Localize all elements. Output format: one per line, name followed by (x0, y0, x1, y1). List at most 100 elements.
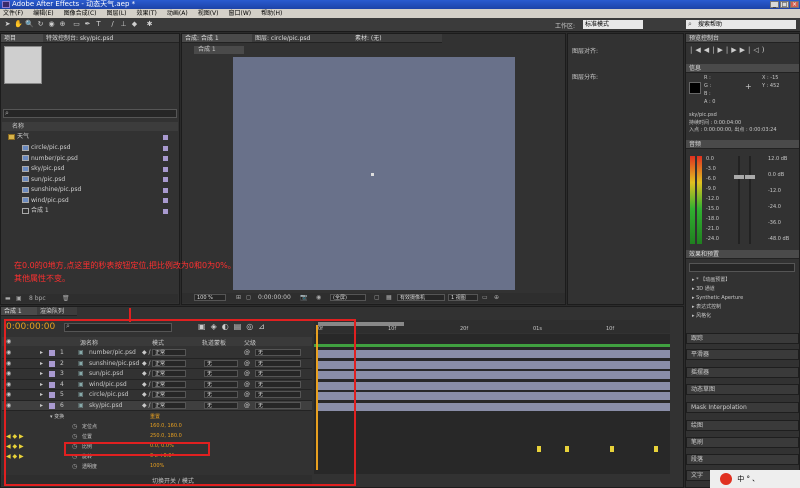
menu-help[interactable]: 帮助(H) (261, 9, 282, 18)
list-item[interactable]: sun/pic.psd (22, 175, 65, 185)
hand-tool-icon[interactable]: ✋ (14, 20, 23, 29)
list-item[interactable]: wind/pic.psd (22, 196, 69, 206)
layer-duration-bar[interactable] (318, 392, 670, 400)
list-item[interactable]: sunshine/pic.psd (22, 185, 81, 195)
minimize-button[interactable]: _ (770, 1, 779, 8)
menu-file[interactable]: 文件(F) (3, 9, 23, 18)
menu-layer[interactable]: 图层(L) (107, 9, 127, 18)
menu-effect[interactable]: 效果(T) (137, 9, 157, 18)
puppet-tool-icon[interactable]: ✱ (145, 20, 154, 29)
layer-duration-bar[interactable] (318, 360, 670, 369)
tab-段落[interactable]: 段落 (686, 454, 799, 465)
rectangle-mask-tool-icon[interactable]: ▭ (72, 20, 81, 29)
menu-animation[interactable]: 动画(A) (167, 9, 188, 18)
tab-平滑器[interactable]: 平滑器 (686, 349, 799, 360)
next-frame-icon[interactable]: |▶ (726, 46, 740, 54)
rotate-tool-icon[interactable]: ↻ (36, 20, 45, 29)
tab-绘图[interactable]: 绘图 (686, 420, 799, 431)
effects-item[interactable]: ▸ Synthetic Aperture (692, 294, 743, 303)
grid-icon[interactable]: ⊞ (236, 294, 241, 301)
effects-item[interactable]: ▸ 表达式控制 (692, 303, 743, 312)
list-item[interactable]: circle/pic.psd (22, 143, 70, 153)
tab-info[interactable]: 信息 (686, 64, 799, 73)
tab-audio[interactable]: 音频 (686, 140, 799, 149)
tab-effect-controls[interactable]: 特效控制台: sky/pic.psd (43, 34, 179, 43)
zoom-tool-icon[interactable]: 🔍 (25, 20, 34, 29)
trash-icon[interactable]: 🗑 (62, 295, 70, 302)
flowchart-icon[interactable]: ⊕ (494, 294, 499, 301)
menu-edit[interactable]: 编辑(E) (33, 9, 53, 18)
keyframe-marker[interactable] (565, 446, 569, 452)
first-frame-icon[interactable]: |◀ (690, 46, 704, 54)
tab-render-queue[interactable]: 渲染队列 (37, 307, 77, 316)
views-select[interactable]: 1 视图 (448, 294, 478, 301)
folder-row[interactable]: 天气 (8, 132, 29, 142)
sogou-icon[interactable] (720, 473, 732, 485)
last-frame-icon[interactable]: ▶| (740, 46, 754, 54)
transparency-grid-icon[interactable]: ▦ (386, 294, 392, 301)
comp-subtab[interactable]: 合成 1 (194, 46, 244, 54)
selection-tool-icon[interactable]: ➤ (3, 20, 12, 29)
workspace-select[interactable]: 标准模式 (583, 20, 643, 29)
ime-status[interactable]: 中 ° 、 (737, 475, 759, 483)
list-item[interactable]: number/pic.psd (22, 154, 78, 164)
maximize-button[interactable]: □ (780, 1, 789, 8)
audio-slider-left[interactable] (734, 175, 744, 179)
effects-item[interactable]: ▸ 3D 通道 (692, 285, 743, 294)
tab-timeline-comp[interactable]: 合成 1 (1, 307, 37, 316)
effects-search-input[interactable] (689, 263, 795, 272)
tab-mask-interpolation[interactable]: Mask Interpolation (686, 402, 799, 413)
list-item[interactable]: 合成 1 (22, 206, 49, 216)
tab-跟踪[interactable]: 跟踪 (686, 333, 799, 344)
clone-tool-icon[interactable]: ⊥ (119, 20, 128, 29)
audio-slider-right[interactable] (745, 175, 755, 179)
toggle-icon[interactable]: ▭ (482, 294, 488, 301)
tab-笔刷[interactable]: 笔刷 (686, 437, 799, 448)
keyframe-marker[interactable] (654, 446, 658, 452)
help-search-input[interactable]: 搜索帮助 (686, 20, 796, 29)
tab-preview[interactable]: 预览控制台 (686, 34, 799, 43)
layer-duration-bar[interactable] (318, 350, 670, 358)
effects-item[interactable]: ▸ 风格化 (692, 312, 743, 321)
effects-item[interactable]: ▸ * 【动画预置】 (692, 276, 743, 285)
tab-effects-presets[interactable]: 效果和预置 (686, 250, 799, 259)
keyframe-marker[interactable] (537, 446, 541, 452)
brush-tool-icon[interactable]: / (108, 20, 117, 29)
play-icon[interactable]: ▶ (718, 46, 726, 54)
zoom-select[interactable]: 100 % (194, 294, 226, 301)
folder-icon[interactable]: ▬ (5, 295, 11, 302)
eraser-tool-icon[interactable]: ◆ (130, 20, 139, 29)
tab-footage[interactable]: 素材: (无) (352, 34, 442, 43)
text-tool-icon[interactable]: T (94, 20, 103, 29)
bpc-label[interactable]: 8 bpc (29, 295, 46, 302)
snapshot-icon[interactable]: 📷 (300, 294, 307, 301)
tab-project[interactable]: 项目 (1, 34, 43, 43)
camera-select[interactable]: 有效摄像机 (397, 294, 445, 301)
keyframe-marker[interactable] (610, 446, 614, 452)
color-channel-icon[interactable]: ◉ (316, 294, 321, 301)
column-name[interactable]: 名称 (12, 123, 24, 130)
comp-icon[interactable]: ▣ (16, 295, 22, 302)
composition-viewer[interactable] (233, 57, 515, 290)
resolution-icon[interactable]: ◻ (246, 294, 251, 301)
list-item[interactable]: sky/pic.psd (22, 164, 64, 174)
close-button[interactable]: × (790, 1, 799, 8)
tab-动态草图[interactable]: 动态草图 (686, 384, 799, 395)
menu-composition[interactable]: 图像合成(C) (64, 9, 97, 18)
tab-composition[interactable]: 合成: 合成 1 (182, 34, 252, 43)
project-search-input[interactable] (3, 109, 177, 118)
layer-duration-bar[interactable] (318, 381, 670, 390)
prev-frame-icon[interactable]: ◀| (704, 46, 718, 54)
pen-tool-icon[interactable]: ✒ (83, 20, 92, 29)
layer-duration-bar[interactable] (318, 371, 670, 379)
menu-window[interactable]: 窗口(W) (228, 9, 251, 18)
tab-摇摆器[interactable]: 摇摆器 (686, 367, 799, 378)
roi-icon[interactable]: ▢ (374, 294, 380, 301)
mute-icon[interactable]: ◁) (753, 46, 767, 54)
menu-view[interactable]: 视图(V) (198, 9, 219, 18)
pan-behind-tool-icon[interactable]: ⊕ (58, 20, 67, 29)
comp-time-display[interactable]: 0:00:00:00 (258, 294, 291, 301)
tab-layer[interactable]: 图层: circle/pic.psd (252, 34, 352, 43)
camera-tool-icon[interactable]: ◉ (47, 20, 56, 29)
layer-duration-bar[interactable] (318, 402, 670, 411)
